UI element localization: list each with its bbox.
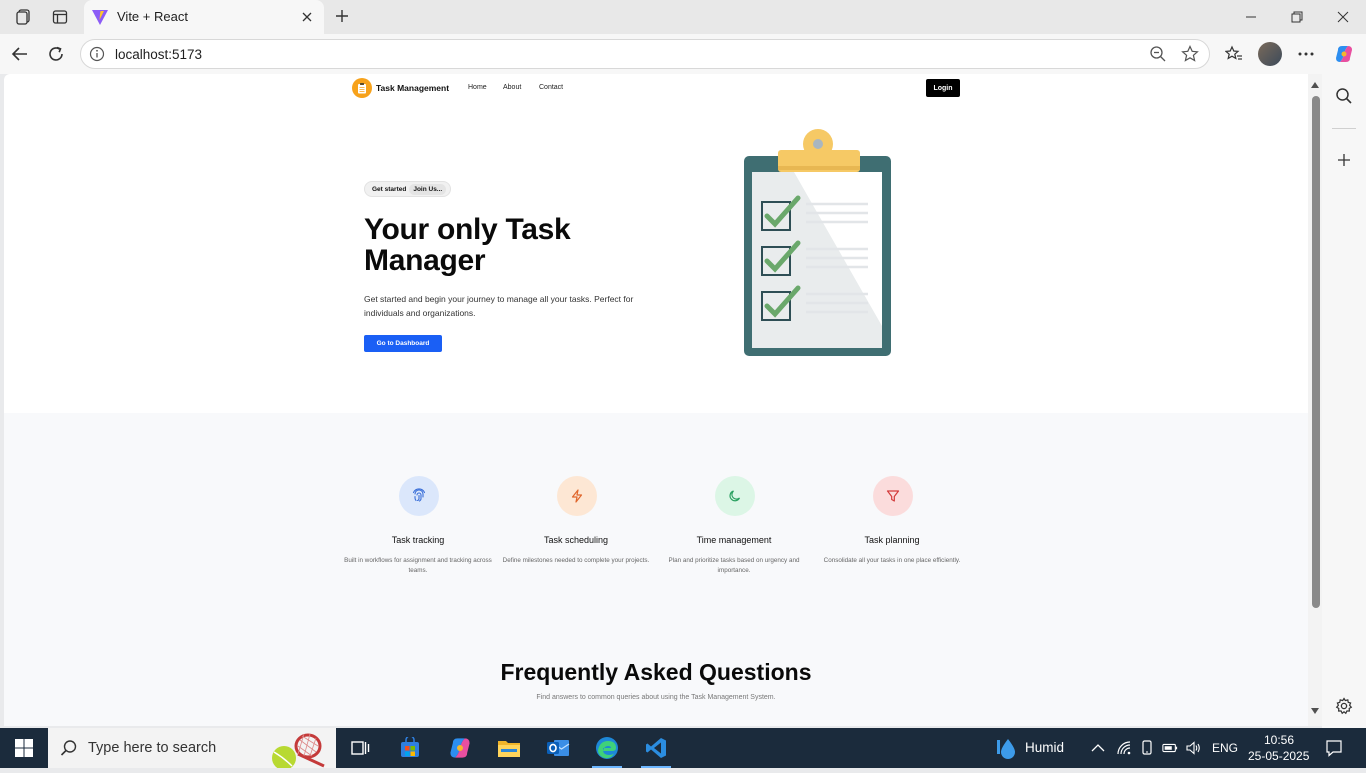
taskbar-search-box[interactable]: Type here to search bbox=[48, 728, 336, 770]
favorites-icon[interactable] bbox=[1223, 43, 1245, 65]
page-scrollbar[interactable] bbox=[1308, 74, 1322, 726]
scroll-up-arrow-icon[interactable] bbox=[1311, 82, 1319, 88]
clipboard-logo-icon[interactable] bbox=[352, 78, 372, 98]
feature-title: Task planning bbox=[864, 535, 920, 545]
nav-about[interactable]: About bbox=[503, 84, 521, 91]
restore-icon[interactable] bbox=[1286, 6, 1308, 28]
feature-desc: Consolidate all your tasks in one place … bbox=[823, 557, 961, 564]
features-section: Task tracking Built in workflows for ass… bbox=[4, 413, 1308, 726]
windows-taskbar: Type here to search Humid ENG 10:56 25-0… bbox=[0, 728, 1366, 770]
fingerprint-icon bbox=[399, 476, 439, 516]
address-bar[interactable]: localhost:5173 bbox=[80, 39, 1210, 69]
browser-tab-strip: Vite + React bbox=[0, 0, 1366, 34]
faq-title: Frequently Asked Questions bbox=[500, 659, 812, 685]
clock-time[interactable]: 10:56 bbox=[1264, 733, 1294, 747]
outlook-icon[interactable] bbox=[544, 734, 572, 762]
battery-icon[interactable] bbox=[1162, 740, 1178, 756]
nav-home[interactable]: Home bbox=[468, 84, 487, 91]
file-explorer-icon[interactable] bbox=[495, 734, 523, 762]
feature-title: Time management bbox=[696, 535, 772, 545]
scroll-down-arrow-icon[interactable] bbox=[1311, 708, 1319, 714]
url-text: localhost:5173 bbox=[115, 47, 203, 62]
tennis-highlight-icon[interactable] bbox=[268, 732, 328, 770]
hero-title: Your only Task Manager bbox=[364, 213, 571, 277]
search-icon bbox=[60, 739, 78, 757]
faq-subtitle: Find answers to common queries about usi… bbox=[536, 694, 776, 701]
feature-desc: Define milestones needed to complete you… bbox=[502, 557, 650, 564]
zoom-out-icon[interactable] bbox=[1149, 45, 1167, 63]
feature-desc: Built in workflows for assignment and tr… bbox=[344, 557, 492, 574]
workspaces-icon[interactable] bbox=[14, 7, 34, 27]
close-window-icon[interactable] bbox=[1332, 6, 1354, 28]
copilot-icon[interactable] bbox=[1333, 43, 1355, 65]
chevron-up-icon[interactable] bbox=[1090, 740, 1106, 756]
settings-gear-icon[interactable] bbox=[1333, 695, 1355, 717]
login-button[interactable]: Login bbox=[926, 79, 960, 97]
clipboard-illustration bbox=[734, 126, 904, 362]
edge-sidebar bbox=[1322, 74, 1366, 728]
nav-contact[interactable]: Contact bbox=[539, 84, 563, 91]
copilot-app-icon[interactable] bbox=[446, 734, 474, 762]
phone-link-icon[interactable] bbox=[1139, 740, 1155, 756]
more-menu-icon[interactable] bbox=[1295, 43, 1317, 65]
feature-desc: Plan and prioritize tasks based on urgen… bbox=[668, 557, 800, 574]
minimize-icon[interactable] bbox=[1240, 6, 1262, 28]
hero-pill-group: Get started Join Us... bbox=[364, 181, 452, 197]
volume-icon[interactable] bbox=[1185, 740, 1201, 756]
vertical-tabs-icon[interactable] bbox=[50, 7, 70, 27]
search-icon[interactable] bbox=[1333, 85, 1355, 107]
browser-toolbar: localhost:5173 bbox=[0, 34, 1366, 74]
tab-title: Vite + React bbox=[117, 9, 188, 24]
vite-logo-icon bbox=[91, 8, 109, 26]
feature-title: Task scheduling bbox=[543, 535, 609, 545]
go-to-dashboard-button[interactable]: Go to Dashboard bbox=[364, 335, 442, 352]
site-info-icon[interactable] bbox=[89, 46, 105, 62]
weather-label[interactable]: Humid bbox=[1025, 740, 1064, 755]
page-viewport: Task Management Home About Contact Login… bbox=[4, 74, 1322, 726]
microsoft-store-icon[interactable] bbox=[396, 734, 424, 762]
scrollbar-thumb[interactable] bbox=[1312, 96, 1320, 608]
search-placeholder: Type here to search bbox=[88, 740, 217, 756]
new-tab-button[interactable] bbox=[330, 4, 354, 28]
notifications-icon[interactable] bbox=[1324, 738, 1344, 758]
lightning-icon bbox=[557, 476, 597, 516]
profile-avatar[interactable] bbox=[1258, 42, 1282, 66]
site-brand[interactable]: Task Management bbox=[376, 83, 449, 93]
wifi-icon[interactable] bbox=[1116, 740, 1132, 756]
refresh-icon[interactable] bbox=[45, 43, 67, 65]
pill-get-started[interactable]: Get started bbox=[369, 186, 409, 193]
filter-icon bbox=[873, 476, 913, 516]
edge-browser-icon[interactable] bbox=[593, 734, 621, 762]
language-indicator[interactable]: ENG bbox=[1212, 741, 1238, 755]
add-icon[interactable] bbox=[1333, 149, 1355, 171]
browser-tab-active[interactable]: Vite + React bbox=[84, 0, 324, 34]
favorite-star-icon[interactable] bbox=[1181, 45, 1199, 63]
back-arrow-icon[interactable] bbox=[9, 43, 31, 65]
moon-icon bbox=[715, 476, 755, 516]
clock-date[interactable]: 25-05-2025 bbox=[1248, 749, 1309, 763]
tab-close-icon[interactable] bbox=[298, 8, 316, 26]
pill-join-us[interactable]: Join Us... bbox=[409, 183, 447, 195]
weather-droplet-icon[interactable] bbox=[993, 735, 1019, 761]
feature-title: Task tracking bbox=[391, 535, 445, 545]
vscode-icon[interactable] bbox=[642, 734, 670, 762]
sidebar-divider bbox=[1332, 128, 1356, 129]
windows-start-icon[interactable] bbox=[14, 738, 34, 758]
hero-subtitle: Get started and begin your journey to ma… bbox=[364, 294, 634, 318]
task-view-icon[interactable] bbox=[346, 734, 374, 762]
